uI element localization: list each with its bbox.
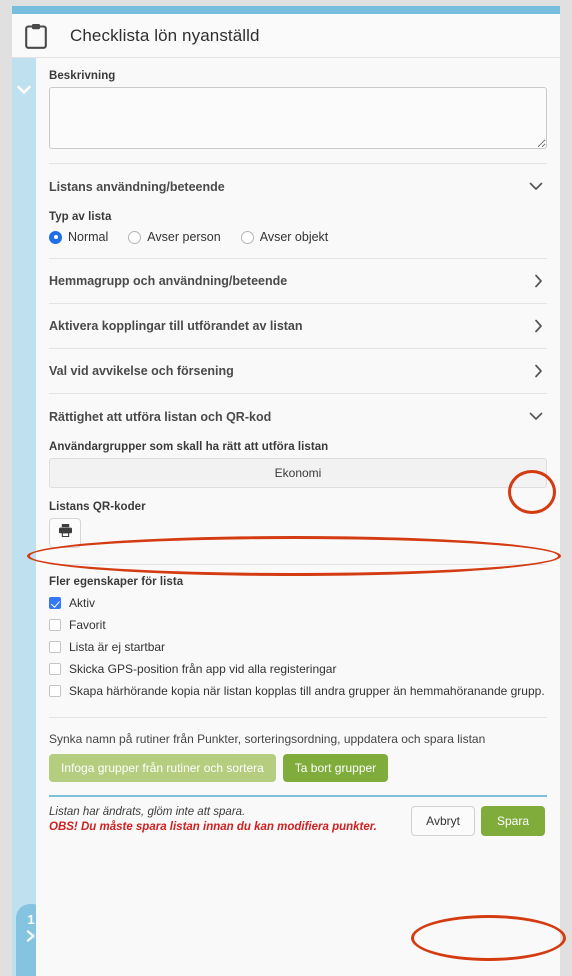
chevron-down-icon xyxy=(529,412,547,421)
radio-indicator xyxy=(49,230,62,244)
section-title: Aktivera kopplingar till utförandet av l… xyxy=(49,319,303,333)
radio-indicator xyxy=(128,230,142,244)
qr-label: Listans QR-koder xyxy=(49,501,146,513)
section-body-permissions-qr: Användargrupper som skall ha rätt att ut… xyxy=(49,439,547,548)
radio-option-person[interactable]: Avser person xyxy=(128,230,221,244)
more-properties-section: Fler egenskaper för lista Aktiv Favorit … xyxy=(49,565,547,698)
form-card: Beskrivning Listans användning/beteende … xyxy=(36,58,560,976)
chevron-right-icon xyxy=(534,364,547,378)
radio-label: Avser person xyxy=(147,230,221,244)
radio-indicator xyxy=(240,230,254,244)
remove-groups-button[interactable]: Ta bort grupper xyxy=(282,754,389,782)
checkbox-indicator xyxy=(49,663,61,675)
cancel-button[interactable]: Avbryt xyxy=(411,806,475,836)
section-title: Listans användning/beteende xyxy=(49,179,225,194)
section-header-list-usage[interactable]: Listans användning/beteende xyxy=(49,164,547,209)
footer-messages: Listan har ändrats, glöm inte att spara.… xyxy=(49,806,377,833)
checkbox-indicator xyxy=(49,619,61,631)
clipboard-icon xyxy=(12,23,60,49)
description-label: Beskrivning xyxy=(49,70,116,82)
list-type-radio-group: Normal Avser person Avser objekt xyxy=(49,230,547,244)
page-root: Checklista lön nyanställd 1 Beskrivning xyxy=(0,0,572,976)
checkbox-label: Skapa härhörande kopia när listan koppla… xyxy=(69,684,545,698)
radio-label: Avser objekt xyxy=(259,230,329,244)
checkbox-favorit[interactable]: Favorit xyxy=(49,618,547,632)
section-header-activate-links[interactable]: Aktivera kopplingar till utförandet av l… xyxy=(49,304,547,349)
radio-option-normal[interactable]: Normal xyxy=(49,230,108,244)
more-properties-label: Fler egenskaper för lista xyxy=(49,576,184,588)
checkbox-indicator xyxy=(49,641,61,653)
insert-groups-button[interactable]: Infoga grupper från rutiner och sortera xyxy=(49,754,276,782)
checkbox-indicator xyxy=(49,685,61,697)
user-group-selected-value: Ekonomi xyxy=(274,466,322,480)
radio-option-object[interactable]: Avser objekt xyxy=(240,230,329,244)
sidebar-tab-number: 1 xyxy=(27,912,35,927)
left-sidebar: 1 xyxy=(12,58,46,976)
section-title: Val vid avvikelse och försening xyxy=(49,364,234,378)
section-header-permissions-qr[interactable]: Rättighet att utföra listan och QR-kod xyxy=(49,394,547,439)
checkbox-copy-group[interactable]: Skapa härhörande kopia när listan koppla… xyxy=(49,684,547,698)
checkbox-aktiv[interactable]: Aktiv xyxy=(49,596,547,610)
checkbox-not-startable[interactable]: Lista är ej startbar xyxy=(49,640,547,654)
checkbox-indicator xyxy=(49,597,61,609)
section-body-list-usage: Typ av lista Normal Avser person Avser o… xyxy=(49,209,547,256)
save-button[interactable]: Spara xyxy=(480,806,545,836)
sync-description: Synka namn på rutiner från Punkter, sort… xyxy=(49,732,486,746)
printer-icon xyxy=(58,523,73,543)
checkbox-label: Skicka GPS-position från app vid alla re… xyxy=(69,662,337,676)
page-background-right xyxy=(560,0,572,976)
radio-label: Normal xyxy=(68,230,109,244)
checkbox-label: Aktiv xyxy=(69,596,96,610)
chevron-right-icon xyxy=(534,274,547,288)
chevron-down-icon xyxy=(529,182,547,191)
section-title: Rättighet att utföra listan och QR-kod xyxy=(49,409,272,424)
checkbox-label: Lista är ej startbar xyxy=(69,640,166,654)
warning-message: OBS! Du måste spara listan innan du kan … xyxy=(49,821,377,833)
checkbox-gps[interactable]: Skicka GPS-position från app vid alla re… xyxy=(49,662,547,676)
permissions-label: Användargrupper som skall ha rätt att ut… xyxy=(49,441,329,453)
status-message: Listan har ändrats, glöm inte att spara. xyxy=(49,806,246,818)
section-header-home-group[interactable]: Hemmagrupp och användning/beteende xyxy=(49,259,547,304)
chevron-right-icon xyxy=(534,319,547,333)
print-qr-button[interactable] xyxy=(49,518,81,548)
checkbox-label: Favorit xyxy=(69,618,106,632)
list-type-label: Typ av lista xyxy=(49,211,112,223)
chevron-down-icon[interactable] xyxy=(12,78,36,102)
section-title: Hemmagrupp och användning/beteende xyxy=(49,274,288,288)
user-group-select[interactable]: Ekonomi xyxy=(49,458,547,488)
page-background-left xyxy=(0,0,12,976)
page-title: Checklista lön nyanställd xyxy=(70,25,260,45)
sync-section: Synka namn på rutiner från Punkter, sort… xyxy=(49,718,547,782)
top-accent-bar xyxy=(12,6,560,14)
description-input[interactable] xyxy=(49,87,547,149)
section-header-deviation[interactable]: Val vid avvikelse och försening xyxy=(49,349,547,394)
window-header: Checklista lön nyanställd xyxy=(12,14,560,58)
form-footer: Listan har ändrats, glöm inte att spara.… xyxy=(49,797,547,836)
footer-buttons: Avbryt Spara xyxy=(411,806,547,836)
